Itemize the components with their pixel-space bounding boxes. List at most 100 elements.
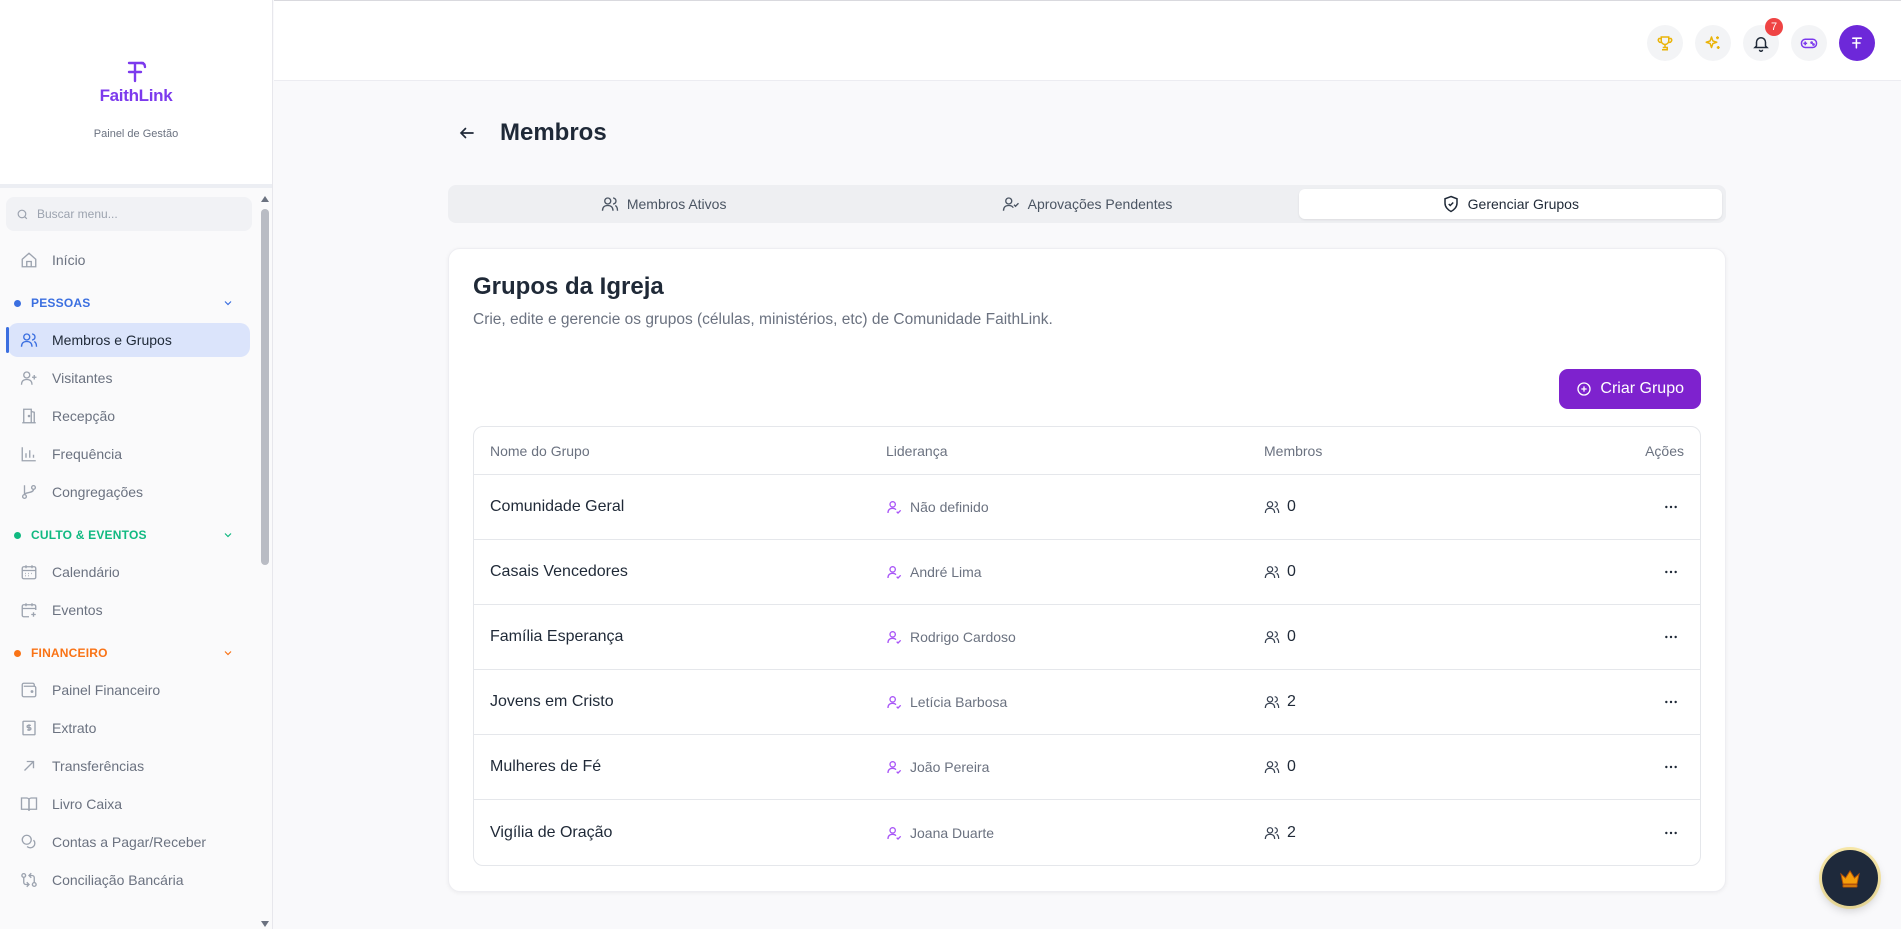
header-nome: Nome do Grupo <box>490 442 590 459</box>
user-icon <box>887 631 902 644</box>
page-title: Membros <box>500 119 607 146</box>
member-count: 0 <box>1287 628 1296 645</box>
sidebar-item-label: Início <box>52 252 86 268</box>
leader-name: Letícia Barbosa <box>910 694 1008 710</box>
sidebar-item-eventos[interactable]: Eventos <box>8 593 250 627</box>
sidebar-item-congregacoes[interactable]: Congregações <box>8 475 250 509</box>
group-members: 0 <box>1264 563 1604 581</box>
sparkles-button[interactable] <box>1695 25 1731 61</box>
sidebar-item-label: Calendário <box>52 564 120 580</box>
table-row[interactable]: Família Esperança Rodrigo Cardoso 0 <box>474 605 1700 670</box>
sidebar-item-label: Membros e Grupos <box>52 332 172 348</box>
group-name: Família Esperança <box>490 628 624 645</box>
sidebar-item-calendario[interactable]: Calendário <box>8 555 250 589</box>
menu-search[interactable] <box>6 197 252 231</box>
sidebar-item-contas[interactable]: Contas a Pagar/Receber <box>8 825 250 859</box>
coins-icon <box>21 834 36 849</box>
users-icon <box>1264 826 1280 839</box>
group-actions <box>1604 559 1684 585</box>
sidebar-item-label: Frequência <box>52 446 123 462</box>
sidebar-item-recepcao[interactable]: Recepção <box>8 399 250 433</box>
group-name: Jovens em Cristo <box>490 693 614 710</box>
sidebar-item-transferencias[interactable]: Transferências <box>8 749 250 783</box>
sidebar-item-frequencia[interactable]: Frequência <box>8 437 250 471</box>
row-actions-button[interactable] <box>1658 754 1684 780</box>
tab-gerenciar-grupos[interactable]: Gerenciar Grupos <box>1298 189 1722 219</box>
section-culto-eventos[interactable]: CULTO & EVENTOS <box>0 521 258 549</box>
sidebar-item-inicio[interactable]: Início <box>8 243 250 277</box>
gamepad-icon <box>1800 38 1818 49</box>
plus-circle-icon <box>1577 382 1592 396</box>
home-icon <box>21 252 37 268</box>
sidebar-item-conciliacao[interactable]: Conciliação Bancária <box>8 863 250 897</box>
sidebar-item-label: Recepção <box>52 408 116 424</box>
tab-label: Gerenciar Grupos <box>1467 196 1579 212</box>
table-row[interactable]: Comunidade Geral Não definido 0 <box>474 475 1700 540</box>
scroll-up-arrow[interactable] <box>261 196 269 202</box>
more-horizontal-icon <box>1665 505 1677 509</box>
group-members: 2 <box>1264 824 1604 842</box>
row-actions-button[interactable] <box>1658 624 1684 650</box>
sidebar-scrollbar[interactable] <box>258 192 272 929</box>
user-avatar[interactable] <box>1839 25 1875 61</box>
chevron-down-icon <box>224 301 232 306</box>
sidebar-item-visitantes[interactable]: Visitantes <box>8 361 250 395</box>
users-icon <box>1264 696 1280 709</box>
users-icon <box>20 333 38 347</box>
sidebar-nav: Início PESSOAS Membros e Grupos Visitant… <box>0 192 258 929</box>
games-button[interactable] <box>1791 25 1827 61</box>
member-count: 2 <box>1287 693 1296 710</box>
premium-fab[interactable] <box>1822 850 1878 906</box>
leader-name: Rodrigo Cardoso <box>910 629 1016 645</box>
users-icon <box>601 197 619 211</box>
book-open-icon <box>20 797 38 811</box>
shield-check-icon <box>1443 195 1458 213</box>
main-content: Membros Membros Ativos Aprovações Penden… <box>448 81 1726 892</box>
create-group-button[interactable]: Criar Grupo <box>1559 369 1701 409</box>
table-row[interactable]: Mulheres de Fé João Pereira 0 <box>474 735 1700 800</box>
search-icon <box>17 209 28 219</box>
section-pessoas[interactable]: PESSOAS <box>0 289 258 317</box>
search-input[interactable] <box>37 207 237 221</box>
row-actions-button[interactable] <box>1658 494 1684 520</box>
scroll-thumb[interactable] <box>261 209 269 565</box>
table-header: Nome do Grupo Liderança Membros Ações <box>474 427 1700 475</box>
sidebar-item-livro-caixa[interactable]: Livro Caixa <box>8 787 250 821</box>
section-dot <box>14 299 21 307</box>
leader-name: André Lima <box>910 564 982 580</box>
table-row[interactable]: Casais Vencedores André Lima 0 <box>474 540 1700 605</box>
notifications-button[interactable]: 7 <box>1743 18 1783 61</box>
sidebar-item-membros-e-grupos[interactable]: Membros e Grupos <box>6 323 250 357</box>
receipt-dollar-icon <box>22 720 36 736</box>
sidebar-item-painel-financeiro[interactable]: Painel Financeiro <box>8 673 250 707</box>
tab-membros-ativos[interactable]: Membros Ativos <box>452 189 875 219</box>
group-name: Mulheres de Fé <box>490 758 602 775</box>
more-horizontal-icon <box>1665 831 1677 834</box>
scroll-down-arrow[interactable] <box>261 921 269 927</box>
git-branch-icon <box>21 484 37 500</box>
group-name: Vigília de Oração <box>490 823 613 841</box>
row-actions-button[interactable] <box>1658 820 1684 846</box>
member-count: 0 <box>1287 498 1296 515</box>
table-row[interactable]: Jovens em Cristo Letícia Barbosa 2 <box>474 670 1700 735</box>
users-icon <box>1264 761 1280 774</box>
section-dot <box>14 649 21 657</box>
bell-icon <box>1753 37 1769 52</box>
back-arrow-icon[interactable] <box>458 124 476 142</box>
row-actions-button[interactable] <box>1658 689 1684 715</box>
table-row[interactable]: Vigília de Oração Joana Duarte 2 <box>474 800 1700 865</box>
trophy-button[interactable] <box>1647 25 1683 61</box>
sidebar-item-label: Painel Financeiro <box>52 682 161 698</box>
tab-aprovacoes-pendentes[interactable]: Aprovações Pendentes <box>875 189 1298 219</box>
section-label: PESSOAS <box>31 296 91 310</box>
section-label: FINANCEIRO <box>31 646 108 660</box>
row-actions-button[interactable] <box>1658 559 1684 585</box>
section-financeiro[interactable]: FINANCEIRO <box>0 639 258 667</box>
leader-name: João Pereira <box>910 759 990 775</box>
faithlink-logo-icon <box>127 61 147 83</box>
sidebar-item-extrato[interactable]: Extrato <box>8 711 250 745</box>
sidebar-item-label: Conciliação Bancária <box>52 872 184 888</box>
sidebar: FaithLink Painel de Gestão Início PESSOA… <box>0 0 273 929</box>
member-count: 0 <box>1287 563 1296 580</box>
group-members: 2 <box>1264 693 1604 711</box>
